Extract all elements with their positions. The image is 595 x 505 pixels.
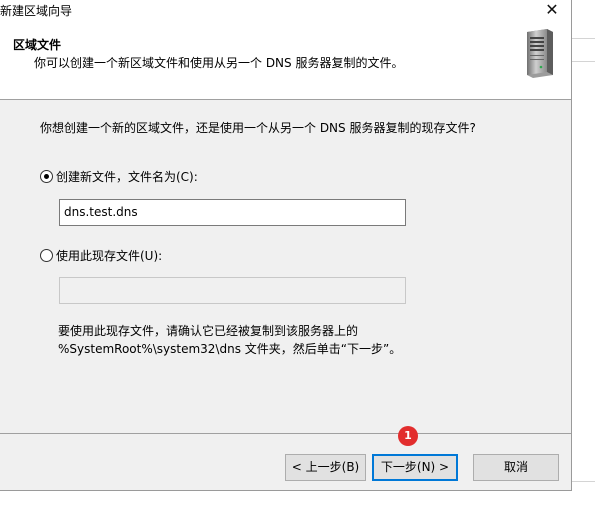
close-icon[interactable]: ✕ (539, 0, 565, 22)
wizard-header: 区域文件 你可以创建一个新区域文件和使用从另一个 DNS 服务器复制的文件。 (0, 29, 571, 100)
step-badge: 1 (398, 426, 418, 446)
header-subtitle: 你可以创建一个新区域文件和使用从另一个 DNS 服务器复制的文件。 (34, 56, 404, 70)
footer-divider (0, 433, 571, 434)
note-line-1: 要使用此现存文件，请确认它已经被复制到该服务器上的 (58, 324, 359, 338)
radio-selected-dot (44, 174, 49, 179)
background-line (572, 38, 595, 39)
background-line (572, 481, 595, 482)
use-existing-file-label: 使用此现存文件(U): (56, 249, 163, 263)
existing-file-input[interactable] (59, 277, 406, 304)
wizard-window: 新建区域向导 ✕ 区域文件 你可以创建一个新区域文件和使用从另一个 DNS 服务… (0, 0, 572, 491)
new-file-name-input[interactable]: dns.test.dns (59, 199, 406, 226)
next-button[interactable]: 下一步(N) > (372, 454, 458, 481)
use-existing-file-radio[interactable] (40, 249, 53, 262)
window-title: 新建区域向导 (0, 4, 73, 18)
back-button[interactable]: < 上一步(B) (285, 454, 366, 481)
create-new-file-radio[interactable] (40, 170, 53, 183)
note-line-2: %SystemRoot%\system32\dns 文件夹，然后单击“下一步”。 (58, 342, 402, 356)
cancel-button[interactable]: 取消 (473, 454, 559, 481)
background-strip (572, 0, 595, 505)
create-new-file-label: 创建新文件，文件名为(C): (56, 170, 198, 184)
background-line (572, 61, 595, 62)
question-text: 你想创建一个新的区域文件，还是使用一个从另一个 DNS 服务器复制的现存文件? (40, 121, 476, 135)
server-icon (521, 29, 555, 82)
title-bar: 新建区域向导 ✕ (0, 0, 571, 29)
header-title: 区域文件 (13, 38, 62, 52)
